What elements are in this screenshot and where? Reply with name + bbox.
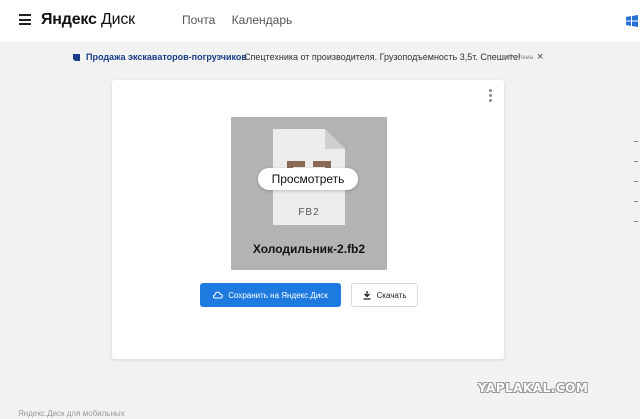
scroll-tick bbox=[634, 201, 638, 202]
ad-link[interactable]: Продажа экскаваторов-погрузчиков bbox=[86, 51, 247, 63]
nav-calendar-link[interactable]: Календарь bbox=[232, 13, 293, 27]
file-format-label: FB2 bbox=[298, 207, 320, 218]
download-button-label: Скачать bbox=[376, 290, 407, 300]
scroll-tick bbox=[634, 221, 638, 222]
ad-close-icon[interactable]: × bbox=[537, 51, 543, 63]
download-button[interactable]: Скачать bbox=[351, 283, 418, 307]
menu-icon[interactable] bbox=[19, 14, 31, 25]
header-nav: Почта Календарь bbox=[182, 13, 305, 28]
save-to-disk-button[interactable]: Сохранить на Яндекс.Диск bbox=[200, 283, 341, 307]
yandex-disk-logo[interactable]: Яндекс Диск bbox=[41, 10, 135, 30]
ad-label: Реклама bbox=[509, 55, 534, 61]
ad-text: Спецтехника от производителя. Грузоподъе… bbox=[244, 52, 521, 62]
top-header: Яндекс Диск Почта Календарь bbox=[0, 0, 640, 42]
logo-brand: Яндекс bbox=[41, 11, 97, 28]
nav-mail-link[interactable]: Почта bbox=[182, 13, 215, 27]
scroll-tick bbox=[634, 181, 638, 182]
scroll-tick bbox=[634, 161, 638, 162]
windows-icon bbox=[626, 15, 638, 27]
view-button[interactable]: Просмотреть bbox=[258, 168, 358, 190]
file-preview[interactable]: FB2 Просмотреть Холодильник-2.fb2 bbox=[231, 117, 387, 270]
watermark: YAPLAKAL.COM bbox=[478, 381, 589, 395]
file-card: FB2 Просмотреть Холодильник-2.fb2 Сохран… bbox=[112, 80, 504, 359]
save-button-label: Сохранить на Яндекс.Диск bbox=[228, 290, 328, 300]
file-name: Холодильник-2.fb2 bbox=[252, 242, 366, 256]
more-options-icon[interactable] bbox=[488, 89, 494, 103]
scroll-tick bbox=[634, 141, 638, 142]
cloud-save-icon bbox=[213, 291, 224, 299]
footer-mobile-text[interactable]: Яндекс.Диск для мобильных bbox=[18, 409, 125, 418]
ad-marker-icon bbox=[73, 54, 80, 61]
logo-product: Диск bbox=[100, 11, 135, 28]
download-icon bbox=[363, 290, 370, 300]
ad-banner: Продажа экскаваторов-погрузчиков Спецтех… bbox=[72, 51, 552, 65]
